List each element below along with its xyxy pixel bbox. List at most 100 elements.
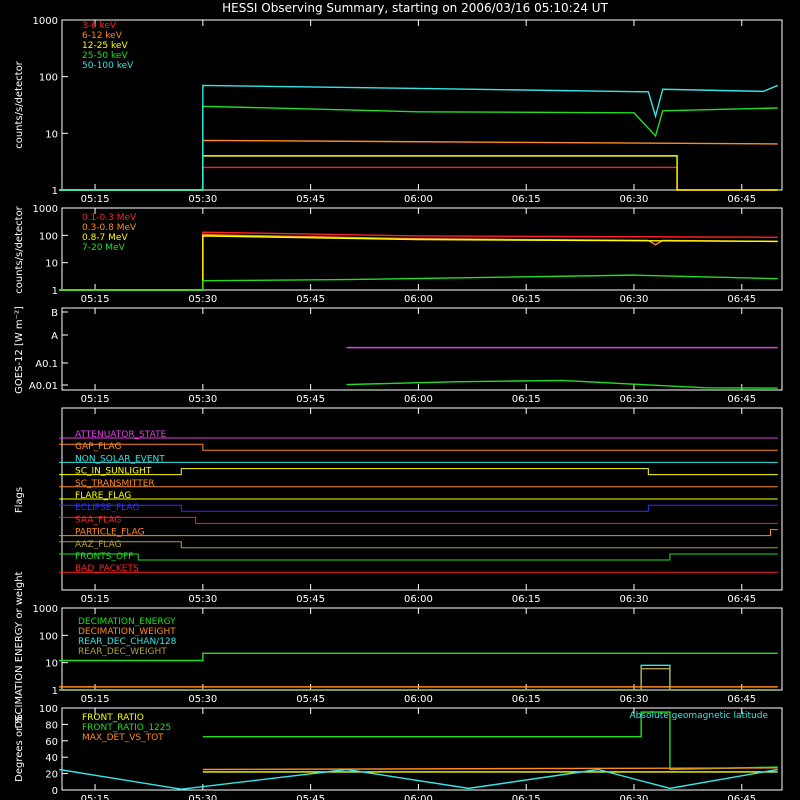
y-tick-label: 0	[52, 786, 58, 797]
y-tick-label: 10	[45, 129, 58, 140]
time-tick-label: 05:45	[296, 194, 325, 205]
time-tick-label: 06:30	[620, 394, 649, 405]
flag-label: GAP_FLAG	[75, 442, 121, 452]
legend-entry: REAR_DEC_CHAN/128	[78, 637, 177, 647]
y-tick-label: 80	[45, 720, 58, 731]
y-axis-label: GOES-12 [W m⁻²]	[14, 306, 25, 394]
time-tick-label: 05:45	[296, 294, 325, 305]
y-tick-label: 40	[45, 753, 58, 764]
time-tick-label: 06:00	[404, 594, 433, 605]
flag-label: ECLIPSE_FLAG	[75, 503, 139, 513]
legend-entry: 0.3-0.8 MeV	[82, 223, 137, 233]
time-tick-label: 06:30	[620, 594, 649, 605]
y-axis-label: counts/s/detector	[14, 60, 25, 148]
time-tick-label: 06:00	[404, 394, 433, 405]
legend-entry: FRONT_RATIO_1225	[82, 723, 171, 733]
legend-entry: 0.1-0.3 MeV	[82, 213, 137, 223]
y-tick-label: 10	[45, 659, 58, 670]
y-axis-label: Degrees or %	[14, 714, 25, 782]
y-axis-label: Flags	[14, 487, 25, 513]
legend-entry: DECIMATION_ENERGY	[78, 617, 176, 627]
time-tick-label: 06:30	[620, 694, 649, 705]
y-tick-label: A	[51, 331, 58, 342]
background	[0, 0, 800, 800]
time-tick-label: 06:00	[404, 194, 433, 205]
time-tick-label: 06:45	[727, 594, 756, 605]
time-tick-label: 05:30	[188, 694, 217, 705]
legend-entry: REAR_DEC_WEIGHT	[78, 647, 167, 657]
time-tick-label: 05:15	[81, 694, 110, 705]
time-tick-label: 05:30	[188, 394, 217, 405]
legend-entry: 3-6 keV	[82, 21, 117, 31]
legend-entry: 0.8-7 MeV	[82, 233, 128, 243]
time-tick-label: 06:45	[727, 394, 756, 405]
time-tick-label: 06:15	[512, 794, 541, 800]
time-tick-label: 05:45	[296, 694, 325, 705]
time-tick-label: 06:00	[404, 294, 433, 305]
time-tick-label: 06:45	[727, 794, 756, 800]
time-tick-label: 05:15	[81, 194, 110, 205]
annotation: Absolute geomagnetic latitude	[629, 711, 768, 721]
time-tick-label: 06:15	[512, 294, 541, 305]
time-tick-label: 05:15	[81, 294, 110, 305]
time-tick-label: 05:30	[188, 294, 217, 305]
y-tick-label: 1000	[33, 604, 58, 615]
flag-label: BAD_PACKETS	[75, 564, 139, 574]
y-tick-label: 1	[52, 286, 58, 297]
flag-label: NON_SOLAR_EVENT	[75, 454, 165, 464]
time-tick-label: 06:45	[727, 294, 756, 305]
flag-label: FRONTS_OFF	[75, 552, 133, 562]
y-tick-label: 60	[45, 737, 58, 748]
chart-title: HESSI Observing Summary, starting on 200…	[222, 1, 608, 15]
time-tick-label: 06:30	[620, 294, 649, 305]
flag-label: FLARE_FLAG	[75, 491, 131, 501]
legend-entry: 6-12 keV	[82, 31, 123, 41]
flag-label: SAA_FLAG	[75, 515, 121, 525]
time-tick-label: 06:15	[512, 594, 541, 605]
time-tick-label: 05:30	[188, 194, 217, 205]
legend-entry: MAX_DET_VS_TOT	[82, 733, 164, 743]
time-tick-label: 06:45	[727, 194, 756, 205]
flag-label: PARTICLE_FLAG	[75, 528, 145, 538]
time-tick-label: 05:15	[81, 394, 110, 405]
time-tick-label: 05:45	[296, 394, 325, 405]
y-tick-label: A0.1	[35, 359, 58, 370]
y-tick-label: 1000	[33, 204, 58, 215]
observing-summary-chart: HESSI Observing Summary, starting on 200…	[0, 0, 800, 800]
flag-label: SC_TRANSMITTER	[75, 479, 155, 489]
time-tick-label: 05:30	[188, 794, 217, 800]
time-tick-label: 06:00	[404, 794, 433, 800]
y-tick-label: 1000	[33, 16, 58, 27]
time-tick-label: 05:45	[296, 594, 325, 605]
time-tick-label: 06:30	[620, 794, 649, 800]
y-tick-label: B	[51, 308, 58, 319]
y-tick-label: 1	[52, 686, 58, 697]
time-tick-label: 05:45	[296, 794, 325, 800]
time-tick-label: 06:15	[512, 194, 541, 205]
flag-label: AAZ_FLAG	[75, 540, 122, 550]
time-tick-label: 06:15	[512, 394, 541, 405]
time-tick-label: 06:45	[727, 694, 756, 705]
legend-entry: 7-20 MeV	[82, 243, 126, 253]
y-axis-label: counts/s/detector	[14, 205, 25, 293]
time-tick-label: 06:30	[620, 194, 649, 205]
time-tick-label: 06:00	[404, 694, 433, 705]
legend-entry: 50-100 keV	[82, 61, 134, 71]
time-tick-label: 05:15	[81, 594, 110, 605]
y-tick-label: 100	[39, 231, 58, 242]
flag-label: ATTENUATOR_STATE	[75, 430, 167, 440]
legend-entry: DECIMATION_WEIGHT	[78, 627, 176, 637]
legend-entry: 25-50 keV	[82, 51, 128, 61]
y-tick-label: 100	[39, 631, 58, 642]
time-tick-label: 06:15	[512, 694, 541, 705]
y-tick-label: 100	[39, 73, 58, 84]
time-tick-label: 05:30	[188, 594, 217, 605]
y-tick-label: 100	[39, 704, 58, 715]
y-axis-label: DECIMATION ENERGY or weight	[14, 571, 25, 728]
y-tick-label: 20	[45, 770, 58, 781]
flag-label: SC_IN_SUNLIGHT	[75, 467, 152, 477]
legend-entry: 12-25 keV	[82, 41, 128, 51]
time-tick-label: 05:15	[81, 794, 110, 800]
y-tick-label: A0.01	[29, 381, 58, 392]
y-tick-label: 1	[52, 186, 58, 197]
